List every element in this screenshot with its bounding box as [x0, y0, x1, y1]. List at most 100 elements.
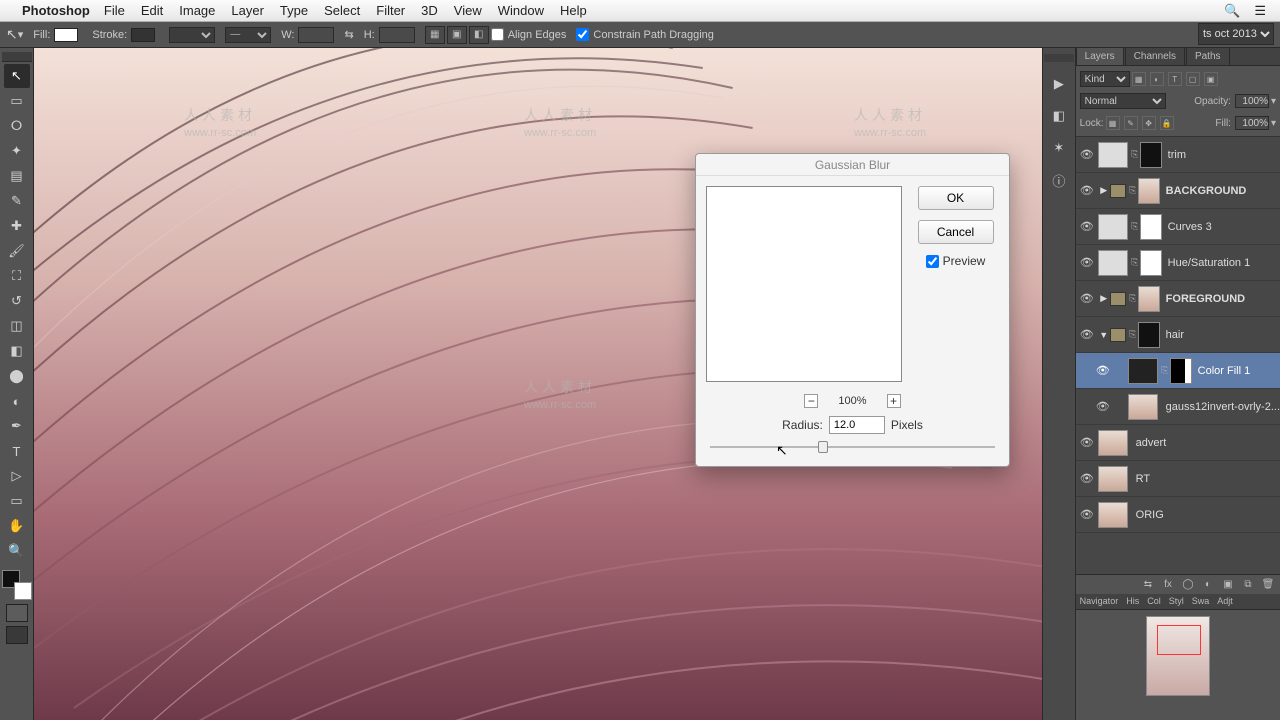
fg-bg-swatch[interactable] — [2, 570, 32, 600]
link-layers-icon[interactable]: ⇆ — [1139, 577, 1157, 593]
slider-thumb[interactable] — [818, 441, 828, 453]
visibility-icon[interactable]: 👁 — [1076, 148, 1098, 161]
menu-window[interactable]: Window — [498, 3, 544, 18]
opacity-dropdown-icon[interactable]: ▾ — [1271, 96, 1276, 107]
tab-color[interactable]: Col — [1143, 594, 1165, 609]
align-edges-checkbox[interactable] — [491, 28, 504, 41]
navigator-viewbox[interactable] — [1157, 625, 1201, 655]
zoom-in-button[interactable]: + — [887, 394, 901, 408]
radius-slider[interactable] — [710, 440, 995, 454]
path-select-tool-icon[interactable]: ▷ — [4, 464, 30, 488]
lasso-tool-icon[interactable]: ⵔ — [4, 114, 30, 138]
layer-row[interactable]: 👁⎘trim — [1076, 137, 1280, 173]
lock-all-icon[interactable]: 🔒 — [1160, 116, 1174, 130]
visibility-icon[interactable]: 👁 — [1076, 472, 1098, 485]
blend-mode-select[interactable]: Normal — [1080, 93, 1166, 109]
tools-tabgrip[interactable] — [2, 52, 32, 62]
navigator-thumb[interactable] — [1146, 616, 1210, 696]
stroke-width-select[interactable] — [169, 27, 215, 43]
width-input[interactable] — [298, 27, 334, 43]
layer-thumb[interactable] — [1098, 214, 1128, 240]
group-icon[interactable]: ▣ — [1219, 577, 1237, 593]
new-layer-icon[interactable]: ⧉ — [1239, 577, 1257, 593]
brush-tool-icon[interactable]: 🖌 — [4, 239, 30, 263]
tab-navigator[interactable]: Navigator — [1076, 594, 1123, 609]
tab-channels[interactable]: Channels — [1125, 47, 1185, 65]
layer-thumb[interactable] — [1098, 502, 1128, 528]
path-op-1-icon[interactable]: ▦ — [425, 26, 445, 44]
crop-tool-icon[interactable]: ▤ — [4, 164, 30, 188]
radius-input[interactable] — [829, 416, 885, 434]
filter-pixel-icon[interactable]: ▦ — [1132, 72, 1146, 86]
pen-tool-icon[interactable]: ✒ — [4, 414, 30, 438]
visibility-icon[interactable]: 👁 — [1076, 436, 1098, 449]
visibility-icon[interactable]: 👁 — [1076, 256, 1098, 269]
disclosure-icon[interactable]: ▶ — [1098, 293, 1110, 304]
delete-layer-icon[interactable]: 🗑 — [1259, 577, 1277, 593]
link-wh-icon[interactable]: ⇆ — [344, 28, 353, 41]
layer-kind-select[interactable]: Kind — [1080, 71, 1130, 87]
stamp-tool-icon[interactable]: ⛶ — [4, 264, 30, 288]
dodge-tool-icon[interactable]: ◐ — [4, 389, 30, 413]
marquee-tool-icon[interactable]: ▭ — [4, 89, 30, 113]
stroke-swatch[interactable] — [131, 28, 155, 42]
quickmask-icon[interactable] — [6, 604, 28, 622]
layer-row[interactable]: 👁ORIG — [1076, 497, 1280, 533]
lock-paint-icon[interactable]: ✎ — [1124, 116, 1138, 130]
layer-row[interactable]: 👁⎘Color Fill 1 — [1076, 353, 1280, 389]
eyedropper-tool-icon[interactable]: ✎ — [4, 189, 30, 213]
layer-row[interactable]: 👁gauss12invert-ovrly-2... — [1076, 389, 1280, 425]
tab-styles[interactable]: Styl — [1165, 594, 1188, 609]
layer-thumb[interactable] — [1098, 430, 1128, 456]
fill-opacity-input[interactable] — [1235, 116, 1269, 130]
preview-checkbox[interactable] — [926, 255, 939, 268]
layers-list[interactable]: 👁⎘trim👁▶⎘BACKGROUND👁⎘Curves 3👁⎘Hue/Satur… — [1076, 137, 1280, 574]
layer-row[interactable]: 👁⎘Hue/Saturation 1 — [1076, 245, 1280, 281]
filter-type-icon[interactable]: T — [1168, 72, 1182, 86]
menu-image[interactable]: Image — [179, 3, 215, 18]
heal-tool-icon[interactable]: ✚ — [4, 214, 30, 238]
dock-info-icon[interactable]: ⓘ — [1047, 168, 1071, 192]
preview-checkbox-row[interactable]: Preview — [926, 254, 986, 268]
visibility-icon[interactable]: 👁 — [1076, 292, 1098, 305]
shape-tool-icon[interactable]: ▭ — [4, 489, 30, 513]
type-tool-icon[interactable]: T — [4, 439, 30, 463]
visibility-icon[interactable]: 👁 — [1076, 328, 1098, 341]
menu-list-icon[interactable]: ☰ — [1254, 3, 1266, 19]
zoom-out-button[interactable]: − — [804, 394, 818, 408]
path-op-2-icon[interactable]: ▣ — [447, 26, 467, 44]
mask-thumb[interactable] — [1138, 178, 1160, 204]
layer-name[interactable]: ORIG — [1136, 509, 1280, 521]
menu-filter[interactable]: Filter — [376, 3, 405, 18]
layer-thumb[interactable] — [1098, 142, 1128, 168]
layer-name[interactable]: hair — [1166, 329, 1280, 341]
layer-name[interactable]: advert — [1136, 437, 1280, 449]
app-name[interactable]: Photoshop — [22, 3, 90, 18]
fill-swatch[interactable] — [54, 28, 78, 42]
fx-icon[interactable]: fx — [1159, 577, 1177, 593]
height-input[interactable] — [379, 27, 415, 43]
ok-button[interactable]: OK — [918, 186, 994, 210]
screenmode-icon[interactable] — [6, 626, 28, 644]
visibility-icon[interactable]: 👁 — [1092, 364, 1114, 377]
opacity-input[interactable] — [1235, 94, 1269, 108]
visibility-icon[interactable]: 👁 — [1076, 220, 1098, 233]
visibility-icon[interactable]: 👁 — [1092, 400, 1114, 413]
layer-name[interactable]: Color Fill 1 — [1198, 365, 1280, 377]
tab-history[interactable]: His — [1122, 594, 1143, 609]
layer-name[interactable]: Hue/Saturation 1 — [1168, 257, 1280, 269]
workspace-select[interactable]: ts oct 2013 — [1198, 23, 1274, 45]
layer-row[interactable]: 👁▼⎘hair — [1076, 317, 1280, 353]
layer-name[interactable]: RT — [1136, 473, 1280, 485]
gradient-tool-icon[interactable]: ◧ — [4, 339, 30, 363]
layer-thumb[interactable] — [1098, 250, 1128, 276]
mask-thumb[interactable] — [1138, 322, 1160, 348]
filter-smart-icon[interactable]: ▣ — [1204, 72, 1218, 86]
tab-adjust[interactable]: Adjt — [1213, 594, 1237, 609]
layer-name[interactable]: Curves 3 — [1168, 221, 1280, 233]
spotlight-icon[interactable]: 🔍 — [1224, 3, 1240, 19]
filter-adj-icon[interactable]: ◐ — [1150, 72, 1164, 86]
eraser-tool-icon[interactable]: ◫ — [4, 314, 30, 338]
dock-arrow-icon[interactable]: ▶ — [1047, 72, 1071, 96]
cancel-button[interactable]: Cancel — [918, 220, 994, 244]
